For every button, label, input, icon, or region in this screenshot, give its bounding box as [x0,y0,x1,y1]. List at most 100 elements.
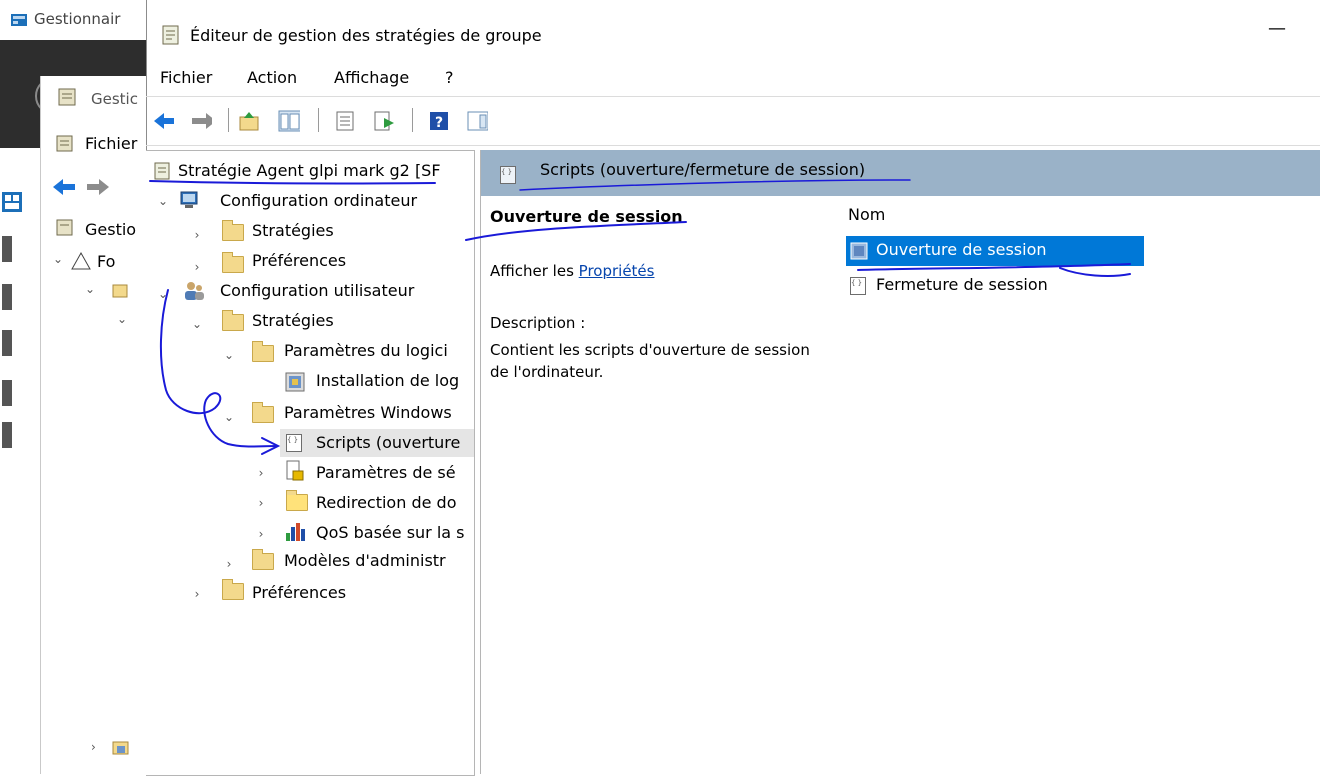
chevron-down-icon[interactable]: ⌄ [222,410,236,424]
tree-folder-redirection[interactable]: Redirection de do [316,489,456,517]
tree-security-settings[interactable]: Paramètres de sé [316,459,456,487]
scripts-icon [286,434,302,452]
background-inner-title: Gestic [91,90,138,108]
file-services-icon[interactable] [0,328,14,358]
menu-action[interactable]: Action [247,68,297,87]
minimize-button[interactable]: — [1268,18,1288,39]
gpmc-icon [58,88,76,106]
tree-user-preferences[interactable]: Préférences [252,579,346,607]
svg-text:?: ? [435,115,443,131]
gpme-app-icon [162,25,179,45]
tree-root-gpo[interactable]: Stratégie Agent glpi mark g2 [SF [178,157,441,185]
menu-help[interactable]: ? [445,68,454,87]
chevron-down-icon[interactable]: ⌄ [156,287,170,301]
description-label: Description : [490,314,586,332]
tree-computer-config[interactable]: Configuration ordinateur [220,187,417,215]
domain-folder-icon [112,741,129,755]
tree-qos[interactable]: QoS basée sur la s [316,519,465,547]
list-item-label: Ouverture de session [876,240,1047,259]
chevron-right-icon[interactable]: › [254,466,268,480]
chevron-down-icon[interactable]: ⌄ [85,282,95,296]
chevron-right-icon[interactable]: › [190,587,204,601]
chevron-right-icon[interactable]: › [190,228,204,242]
tree-windows-settings[interactable]: Paramètres Windows [284,399,452,427]
software-install-icon [285,372,305,392]
script-icon [850,242,868,260]
domain-icon [112,284,128,298]
background-left-strip [0,148,38,774]
chevron-right-icon[interactable]: › [222,557,236,571]
tree-software-settings[interactable]: Paramètres du logici [284,337,448,365]
folder-icon [252,341,274,362]
chevron-right-icon[interactable]: › [190,260,204,274]
toolbar-separator [412,108,413,132]
menu-file[interactable]: Fichier [160,68,212,87]
chevron-down-icon[interactable]: ⌄ [156,194,170,208]
folder-icon [252,549,274,570]
ad-icon[interactable] [0,378,14,408]
extended-view-title: Ouverture de session [490,207,683,226]
chevron-down-icon[interactable]: ⌄ [222,348,236,362]
all-servers-icon[interactable] [0,282,14,312]
security-settings-icon [286,460,304,481]
background-nav-arrows-icon[interactable] [51,176,111,198]
gpmc-icon-small [56,135,73,152]
background-file-menu[interactable]: Fichier [85,134,137,153]
toolbar-separator [318,108,319,132]
export-list-icon[interactable] [372,110,394,132]
background-title: Gestionnair [34,10,121,28]
show-hide-tree-icon[interactable] [278,110,300,132]
chevron-right-icon[interactable]: › [254,527,268,541]
tree-admin-templates[interactable]: Modèles d'administr [284,547,446,575]
folder-icon [222,252,244,273]
scripts-header-icon [500,166,516,184]
users-icon [185,282,204,300]
menu-bar [146,62,1320,94]
tree-computer-preferences[interactable]: Préférences [252,247,346,275]
background-inner-window: Gestic Fichier Gestio ⌄ Fo ⌄ ⌄ › [40,76,149,774]
chevron-down-icon[interactable]: ⌄ [117,312,127,326]
chevron-right-icon[interactable]: › [91,740,96,754]
tree-scripts[interactable]: Scripts (ouverture [316,429,460,457]
folder-icon [252,402,274,423]
tree-user-config[interactable]: Configuration utilisateur [220,277,414,305]
list-column-name[interactable]: Nom [848,205,885,224]
action-pane-icon[interactable] [466,110,488,132]
tree-computer-strategies[interactable]: Stratégies [252,217,334,245]
chevron-right-icon[interactable]: › [254,496,268,510]
details-header-title: Scripts (ouverture/fermeture de session) [540,160,866,179]
toolbar [146,96,1320,146]
window-title: Éditeur de gestion des stratégies de gro… [190,26,542,45]
list-item-logoff[interactable]: Fermeture de session [846,271,1144,299]
chevron-down-icon[interactable]: ⌄ [190,317,204,331]
chevron-down-icon[interactable]: ⌄ [53,252,63,266]
tree-pane: Stratégie Agent glpi mark g2 [SF ⌄ Confi… [146,150,475,776]
up-folder-icon[interactable] [238,110,260,132]
toolbar-separator [228,108,229,132]
background-tree-forest[interactable]: Fo [97,252,115,271]
folder-icon [286,490,308,511]
back-arrow-icon[interactable] [152,110,174,132]
computer-icon [180,191,198,208]
list-item-logon[interactable]: Ouverture de session [846,236,1144,266]
folder-icon [222,579,244,600]
background-tree-item[interactable]: Gestio [85,220,136,239]
forward-arrow-icon[interactable] [190,110,212,132]
menu-view[interactable]: Affichage [334,68,409,87]
show-properties-text: Afficher les Propriétés [490,262,654,280]
properties-icon[interactable] [334,110,356,132]
local-server-icon[interactable] [0,234,14,264]
show-prefix: Afficher les [490,262,579,280]
tree-user-strategies[interactable]: Stratégies [252,307,334,335]
list-item-label: Fermeture de session [876,275,1048,294]
properties-link[interactable]: Propriétés [579,262,655,280]
gpmc-tree-icon [56,219,73,236]
script-icon [850,277,866,295]
qos-chart-icon [286,523,305,541]
help-icon[interactable]: ? [428,110,450,132]
dashboard-icon[interactable] [0,190,24,214]
background-titlebar: Gestionnair [0,0,148,40]
tree-software-install[interactable]: Installation de log [316,367,459,395]
storage-icon[interactable] [0,420,14,450]
folder-icon [222,220,244,241]
